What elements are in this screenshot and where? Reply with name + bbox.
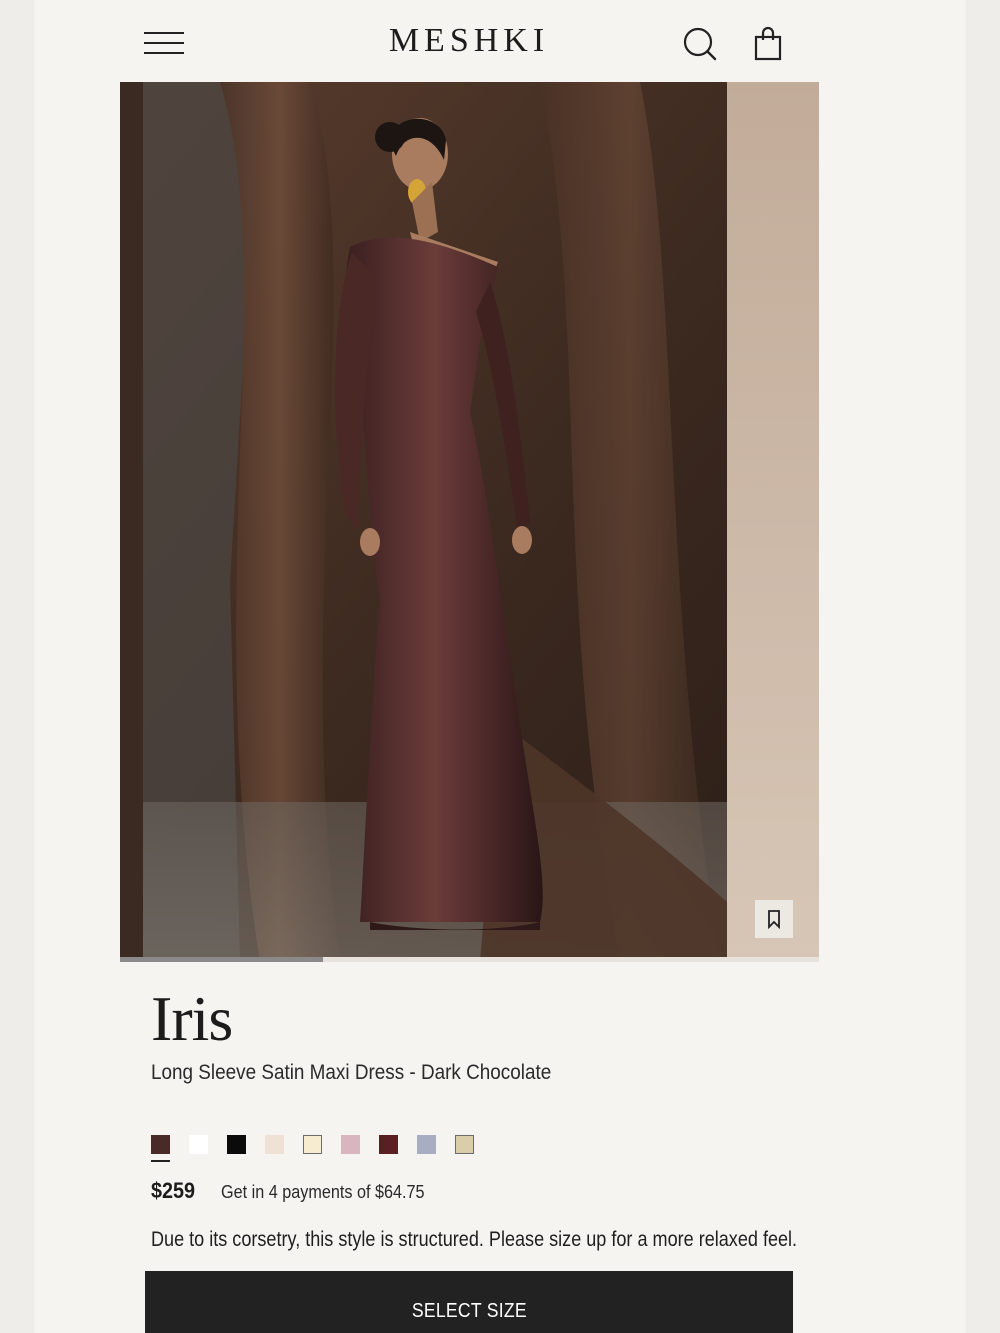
product-page: MESHKI Iris Long Sleeve Satin Maxi Dress…	[34, 0, 966, 1333]
color-swatch[interactable]	[455, 1135, 474, 1154]
select-size-label: SELECT SIZE	[411, 1300, 527, 1322]
shopping-bag-icon[interactable]	[752, 26, 784, 62]
search-icon[interactable]	[682, 26, 718, 62]
gallery-progress-bar	[120, 957, 819, 962]
gallery-progress-fill	[120, 957, 323, 962]
color-swatch[interactable]	[379, 1135, 398, 1154]
product-photo	[120, 82, 819, 962]
installment-info[interactable]: Get in 4 payments of $64.75	[221, 1182, 425, 1203]
brand-logo[interactable]: MESHKI	[369, 22, 569, 60]
header: MESHKI	[34, 0, 966, 82]
bookmark-icon	[768, 910, 780, 929]
color-swatch[interactable]	[265, 1135, 284, 1154]
selected-swatch-indicator	[151, 1160, 170, 1162]
color-swatch[interactable]	[189, 1135, 208, 1154]
hamburger-menu-icon[interactable]	[144, 30, 184, 56]
color-swatch[interactable]	[227, 1135, 246, 1154]
product-image[interactable]	[120, 82, 819, 962]
product-price: $259	[151, 1178, 196, 1203]
wishlist-button[interactable]	[755, 900, 793, 938]
color-swatch[interactable]	[151, 1135, 170, 1154]
product-name: Iris	[151, 983, 233, 1054]
color-swatch[interactable]	[303, 1135, 322, 1154]
fit-note: Due to its corsetry, this style is struc…	[151, 1228, 798, 1251]
color-swatch[interactable]	[417, 1135, 436, 1154]
select-size-button[interactable]: SELECT SIZE	[145, 1271, 793, 1333]
color-swatch[interactable]	[341, 1135, 360, 1154]
product-subtitle: Long Sleeve Satin Maxi Dress - Dark Choc…	[151, 1061, 552, 1084]
